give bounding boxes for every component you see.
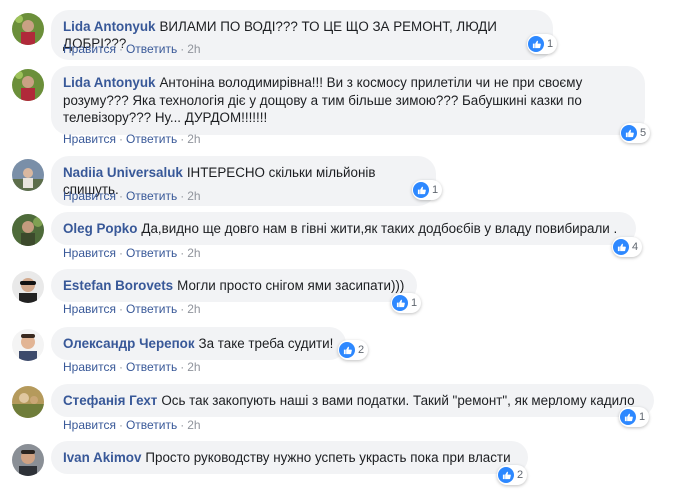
like-link[interactable]: Нравится xyxy=(63,132,116,146)
reaction-number: 2 xyxy=(358,344,365,356)
reaction-number: 1 xyxy=(432,184,439,196)
separator: · xyxy=(180,189,185,203)
avatar[interactable] xyxy=(12,13,44,45)
thumbs-up-icon xyxy=(528,36,544,52)
reply-link[interactable]: Ответить xyxy=(126,302,177,316)
timestamp[interactable]: 2h xyxy=(187,246,200,260)
thumbs-up-icon xyxy=(392,295,408,311)
separator: · xyxy=(118,360,123,374)
comment-author[interactable]: Ivan Akimov xyxy=(63,450,141,465)
reaction-count[interactable]: 1 xyxy=(412,180,443,200)
comment-bubble: Lida Antonyuk Антоніна володимирівна!!! В… xyxy=(51,66,645,135)
separator: · xyxy=(118,132,123,146)
reaction-count[interactable]: 1 xyxy=(619,407,650,427)
timestamp[interactable]: 2h xyxy=(187,360,200,374)
comment-author[interactable]: Lida Antonyuk xyxy=(63,75,156,90)
reaction-number: 1 xyxy=(639,411,646,423)
comment-actions: Нравится · Ответить · 2h xyxy=(63,42,201,56)
comment-bubble: Estefan Borovets Могли просто снігом ями … xyxy=(51,269,417,302)
comment-actions: Нравится · Ответить · 2h xyxy=(63,418,201,432)
comment-bubble: Стефанія Гехт Ось так закопують наші з ва… xyxy=(51,384,654,417)
timestamp[interactable]: 2h xyxy=(187,189,200,203)
comment-actions: Нравится · Ответить · 2h xyxy=(63,360,201,374)
comment-author[interactable]: Стефанія Гехт xyxy=(63,393,157,408)
reply-link[interactable]: Ответить xyxy=(126,42,177,56)
separator: · xyxy=(180,360,185,374)
like-link[interactable]: Нравится xyxy=(63,302,116,316)
reaction-number: 5 xyxy=(640,127,647,139)
reaction-number: 2 xyxy=(517,469,524,481)
reaction-number: 1 xyxy=(547,38,554,50)
comment-actions: Нравится · Ответить · 2h xyxy=(63,246,201,260)
thumbs-up-icon xyxy=(613,239,629,255)
separator: · xyxy=(180,302,185,316)
thumbs-up-icon xyxy=(621,125,637,141)
reaction-number: 1 xyxy=(411,297,418,309)
like-link[interactable]: Нравится xyxy=(63,418,116,432)
reply-link[interactable]: Ответить xyxy=(126,132,177,146)
comment-text: Ось так закопують наші з вами податки. Т… xyxy=(161,393,635,408)
reaction-count[interactable]: 4 xyxy=(612,237,643,257)
avatar[interactable] xyxy=(12,214,44,246)
reaction-number: 4 xyxy=(632,241,639,253)
comment-author[interactable]: Nadiia Universaluk xyxy=(63,165,183,180)
reaction-count[interactable]: 2 xyxy=(338,340,369,360)
timestamp[interactable]: 2h xyxy=(187,418,200,432)
thumbs-up-icon xyxy=(413,182,429,198)
comment-author[interactable]: Oleg Popko xyxy=(63,221,137,236)
avatar[interactable] xyxy=(12,386,44,418)
comment-text: Да,видно ще довго нам в гівні жити,як та… xyxy=(141,221,618,236)
comment-actions: Нравится · Ответить · 2h xyxy=(63,132,201,146)
separator: · xyxy=(180,42,185,56)
comment-bubble: Oleg Popko Да,видно ще довго нам в гівні … xyxy=(51,212,636,245)
reply-link[interactable]: Ответить xyxy=(126,189,177,203)
avatar[interactable] xyxy=(12,271,44,303)
separator: · xyxy=(180,246,185,260)
comment-actions: Нравится · Ответить · 2h xyxy=(63,302,201,316)
like-link[interactable]: Нравится xyxy=(63,246,116,260)
like-link[interactable]: Нравится xyxy=(63,360,116,374)
timestamp[interactable]: 2h xyxy=(187,42,200,56)
comment-bubble: Олександр Черепок За таке треба судити! xyxy=(51,327,346,360)
comment-text: Могли просто снігом ями засипати))) xyxy=(177,278,405,293)
separator: · xyxy=(118,42,123,56)
comment-author[interactable]: Lida Antonyuk xyxy=(63,19,156,34)
comment-bubble: Ivan Akimov Просто руководству нужно успе… xyxy=(51,441,528,474)
like-link[interactable]: Нравится xyxy=(63,42,116,56)
avatar[interactable] xyxy=(12,159,44,191)
reply-link[interactable]: Ответить xyxy=(126,418,177,432)
avatar[interactable] xyxy=(12,444,44,476)
avatar[interactable] xyxy=(12,329,44,361)
thumbs-up-icon xyxy=(620,409,636,425)
reply-link[interactable]: Ответить xyxy=(126,246,177,260)
comment-author[interactable]: Estefan Borovets xyxy=(63,278,173,293)
reaction-count[interactable]: 5 xyxy=(620,123,651,143)
separator: · xyxy=(118,246,123,260)
reaction-count[interactable]: 1 xyxy=(391,293,422,313)
reply-link[interactable]: Ответить xyxy=(126,360,177,374)
separator: · xyxy=(118,189,123,203)
timestamp[interactable]: 2h xyxy=(187,302,200,316)
avatar[interactable] xyxy=(12,69,44,101)
timestamp[interactable]: 2h xyxy=(187,132,200,146)
thumbs-up-icon xyxy=(498,467,514,483)
thumbs-up-icon xyxy=(339,342,355,358)
comment-author[interactable]: Олександр Черепок xyxy=(63,336,195,351)
separator: · xyxy=(180,418,185,432)
separator: · xyxy=(180,132,185,146)
separator: · xyxy=(118,418,123,432)
like-link[interactable]: Нравится xyxy=(63,189,116,203)
comment-text: Просто руководству нужно успеть украсть … xyxy=(145,450,511,465)
comment-actions: Нравится · Ответить · 2h xyxy=(63,189,201,203)
separator: · xyxy=(118,302,123,316)
reaction-count[interactable]: 1 xyxy=(527,34,558,54)
reaction-count[interactable]: 2 xyxy=(497,465,528,485)
comment-text: За таке треба судити! xyxy=(198,336,334,351)
